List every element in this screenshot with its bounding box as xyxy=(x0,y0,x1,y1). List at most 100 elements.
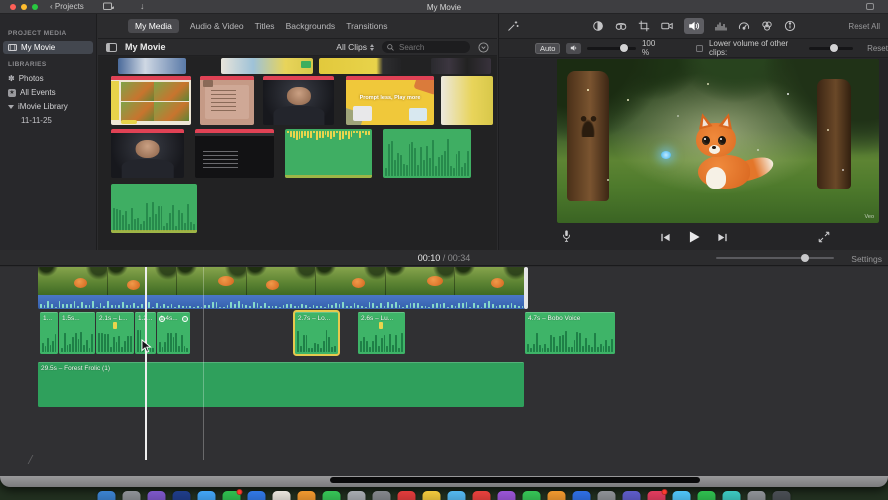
mute-button[interactable] xyxy=(566,42,581,54)
dock-app-icon[interactable] xyxy=(97,491,116,500)
fade-handle[interactable] xyxy=(182,316,188,322)
sidebar-item-event-11-11-25[interactable]: 11-11-25 xyxy=(3,114,93,127)
media-clip-thumbnail[interactable]: Prompt less, Play more xyxy=(346,76,434,125)
clip-end-handle[interactable] xyxy=(524,267,528,309)
color-balance-icon[interactable] xyxy=(592,20,604,32)
music-clip[interactable]: 29.5s – Forest Frolic (1) xyxy=(38,362,524,407)
tab-my-media[interactable]: My Media xyxy=(128,19,179,33)
dock-app-icon[interactable] xyxy=(122,491,141,500)
dock-app-icon[interactable] xyxy=(247,491,266,500)
sidebar-item-imovie-library[interactable]: iMovie Library xyxy=(3,100,93,113)
tab-audio-video[interactable]: Audio & Video xyxy=(190,21,244,31)
next-frame-button[interactable] xyxy=(717,232,728,243)
slider-knob[interactable] xyxy=(830,44,839,52)
media-clip-thumbnail[interactable] xyxy=(195,129,274,178)
audio-clip[interactable]: 1... xyxy=(40,312,58,354)
dock-app-icon[interactable] xyxy=(297,491,316,500)
dock-app-icon[interactable] xyxy=(447,491,466,500)
settings-button[interactable]: Settings xyxy=(851,254,882,264)
tab-titles[interactable]: Titles xyxy=(255,21,275,31)
clip-filter-dropdown[interactable]: All Clips xyxy=(336,42,374,52)
search-field[interactable] xyxy=(382,41,470,53)
info-icon[interactable] xyxy=(784,20,796,32)
dock-app-icon[interactable] xyxy=(597,491,616,500)
audio-clip[interactable]: 2.7s – Lo... xyxy=(295,312,338,354)
auto-button[interactable]: Auto xyxy=(535,42,561,54)
dock-app-icon[interactable] xyxy=(522,491,541,500)
media-clip-thumbnail[interactable] xyxy=(431,58,491,74)
media-clip-thumbnail[interactable] xyxy=(118,58,186,74)
media-clip-thumbnail[interactable] xyxy=(263,76,334,125)
audio-clip[interactable]: 1.5s... xyxy=(59,312,95,354)
dock-app-icon[interactable] xyxy=(497,491,516,500)
dock-app-icon[interactable] xyxy=(572,491,591,500)
enhance-wand-icon[interactable] xyxy=(507,20,519,32)
dock-app-icon[interactable] xyxy=(672,491,691,500)
search-input[interactable] xyxy=(397,41,465,53)
audio-clip[interactable]: 2.1s – L... xyxy=(96,312,134,354)
media-clip-thumbnail[interactable] xyxy=(111,76,191,125)
timeline-zoom-slider[interactable] xyxy=(716,254,834,262)
dock-app-icon[interactable] xyxy=(147,491,166,500)
previous-frame-button[interactable] xyxy=(660,232,671,243)
media-clip-thumbnail[interactable] xyxy=(383,129,471,178)
dock-app-icon[interactable] xyxy=(172,491,191,500)
media-clip-thumbnail[interactable] xyxy=(111,184,197,233)
audio-clip[interactable]: 2.6s – Lu... xyxy=(358,312,405,354)
dock-app-icon[interactable] xyxy=(697,491,716,500)
lower-volume-checkbox[interactable] xyxy=(696,44,704,52)
sidebar-item-photos[interactable]: ✽ Photos xyxy=(3,72,93,85)
fade-handle[interactable] xyxy=(159,316,165,322)
play-button[interactable] xyxy=(687,230,701,244)
slider-knob[interactable] xyxy=(620,44,629,52)
sidebar-item-all-events[interactable]: ★ All Events xyxy=(3,86,93,99)
dock-app-icon[interactable] xyxy=(272,491,291,500)
dock-app-icon[interactable] xyxy=(222,489,243,500)
noise-reduction-icon[interactable] xyxy=(715,20,727,32)
fullscreen-button[interactable] xyxy=(818,231,830,243)
window-action-icon[interactable] xyxy=(866,3,874,10)
browser-options-icon[interactable] xyxy=(478,41,489,53)
dock-app-icon[interactable] xyxy=(647,489,668,500)
crop-icon[interactable] xyxy=(638,20,650,32)
slider-knob[interactable] xyxy=(800,254,809,262)
dock-app-icon[interactable] xyxy=(472,491,491,500)
record-voiceover-button[interactable] xyxy=(561,229,572,243)
media-clip-thumbnail[interactable] xyxy=(441,76,493,125)
dock-app-icon[interactable] xyxy=(772,491,791,500)
stabilization-icon[interactable] xyxy=(660,20,673,32)
audio-clip[interactable]: 1.4s... xyxy=(157,312,190,354)
media-clip-thumbnail[interactable] xyxy=(285,129,372,178)
dock-app-icon[interactable] xyxy=(347,491,366,500)
dock-app-icon[interactable] xyxy=(622,491,641,500)
dock-app-icon[interactable] xyxy=(397,491,416,500)
ducking-slider[interactable] xyxy=(809,44,854,52)
audio-clip[interactable]: 4.7s – Bobo Voice xyxy=(525,312,615,354)
dock-app-icon[interactable] xyxy=(422,491,441,500)
dock-app-icon[interactable] xyxy=(372,491,391,500)
clip-filter-icon[interactable] xyxy=(761,20,773,32)
speed-icon[interactable] xyxy=(738,20,750,32)
dock-app-icon[interactable] xyxy=(747,491,766,500)
tab-transitions[interactable]: Transitions xyxy=(346,21,387,31)
volume-icon[interactable] xyxy=(683,18,704,34)
video-thumbnail xyxy=(246,267,317,295)
playhead[interactable] xyxy=(145,267,147,460)
media-clip-thumbnail[interactable] xyxy=(221,58,313,74)
color-correction-icon[interactable] xyxy=(615,20,627,32)
video-clip-filmstrip[interactable] xyxy=(38,267,525,309)
dock-app-icon[interactable] xyxy=(197,491,216,500)
media-clip-thumbnail[interactable] xyxy=(200,76,254,125)
dock-app-icon[interactable] xyxy=(722,491,741,500)
sidebar-item-my-movie[interactable]: My Movie xyxy=(3,41,93,54)
sidebar-toggle-icon[interactable] xyxy=(106,42,117,52)
reset-button[interactable]: Reset xyxy=(867,44,888,53)
media-clip-thumbnail[interactable] xyxy=(111,129,184,178)
volume-slider[interactable] xyxy=(586,44,636,52)
dock-app-icon[interactable] xyxy=(547,491,566,500)
horizontal-scrollbar[interactable] xyxy=(330,477,700,483)
media-clip-thumbnail[interactable] xyxy=(319,58,401,74)
dock-app-icon[interactable] xyxy=(322,491,341,500)
reset-all-button[interactable]: Reset All xyxy=(848,22,880,31)
tab-backgrounds[interactable]: Backgrounds xyxy=(286,21,336,31)
